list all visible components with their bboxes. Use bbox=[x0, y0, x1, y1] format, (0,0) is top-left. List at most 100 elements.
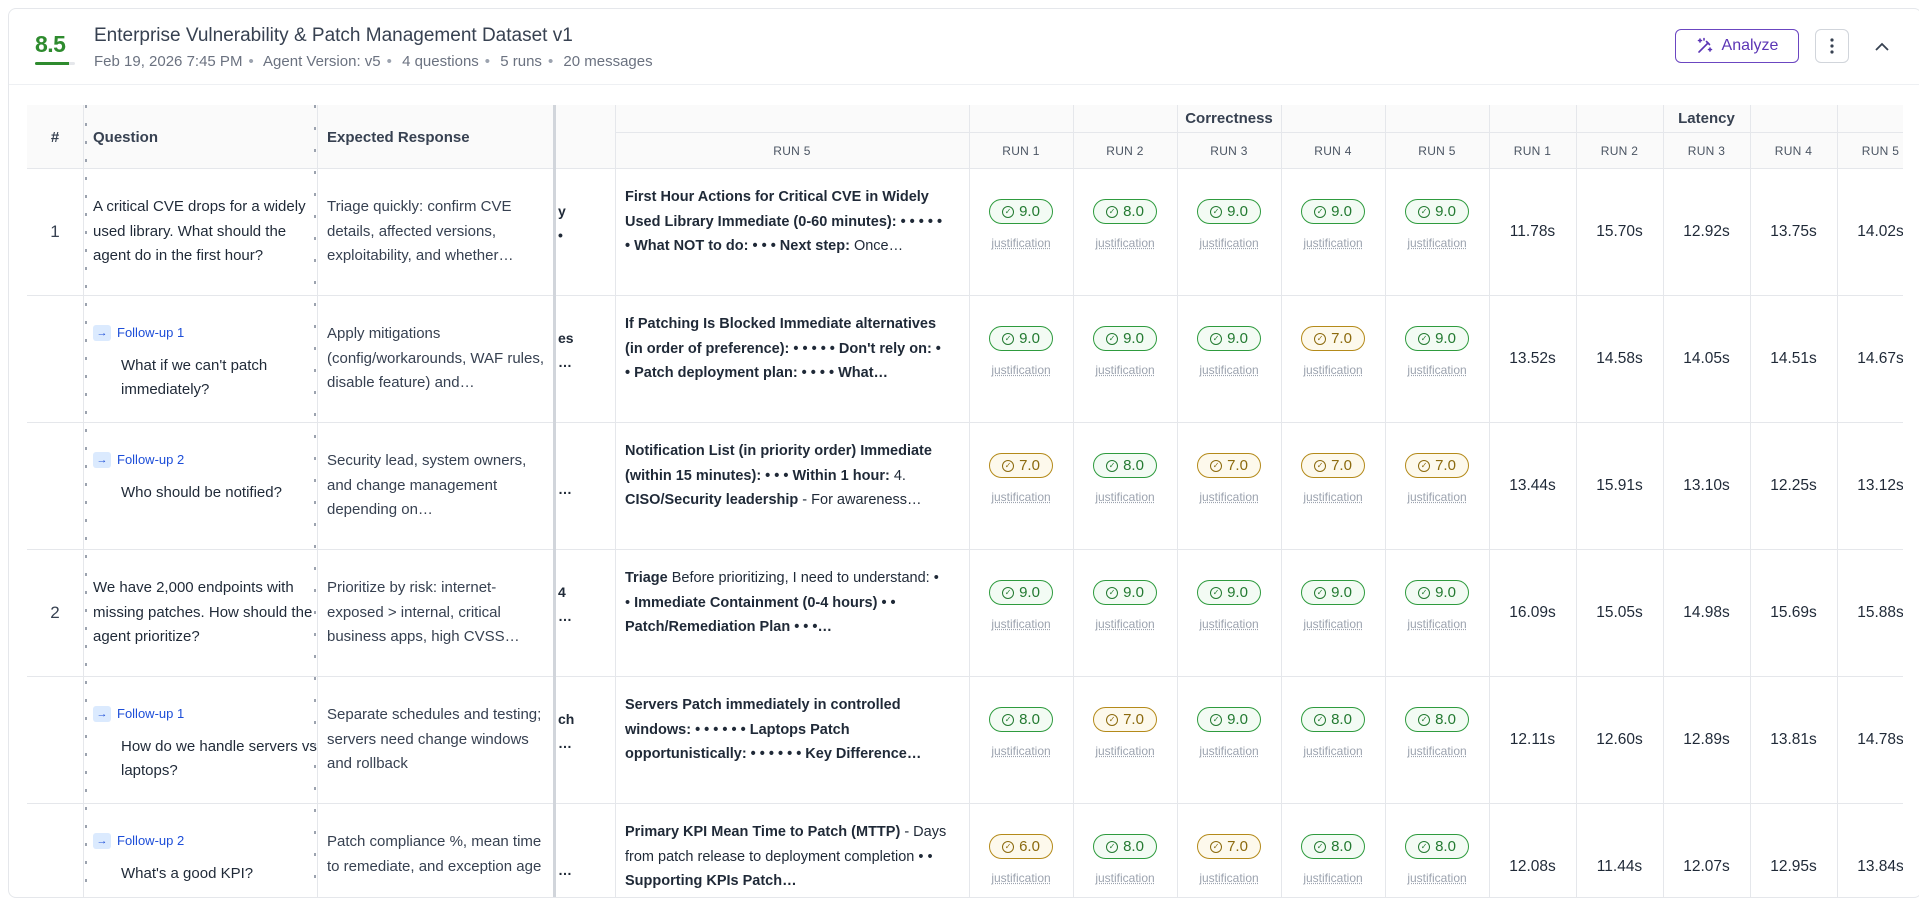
justification-link[interactable]: justification bbox=[1095, 490, 1154, 504]
question-cell[interactable]: → Follow-up 2 Who should be notified? bbox=[93, 447, 321, 505]
run5-response-cell[interactable]: Triage Before prioritizing, I need to un… bbox=[625, 566, 947, 640]
justification-link[interactable]: justification bbox=[991, 871, 1050, 885]
correctness-cell: ✓ 9.0 justification bbox=[1385, 199, 1489, 250]
frozen-columns-divider[interactable] bbox=[553, 105, 556, 897]
justification-link[interactable]: justification bbox=[1199, 236, 1258, 250]
response-bold-text: Immediate Containment (0-4 hours) • • Pa… bbox=[625, 594, 896, 636]
expected-response-cell[interactable]: Separate schedules and testing; servers … bbox=[327, 703, 549, 777]
score-badge[interactable]: ✓ 9.0 bbox=[1405, 580, 1469, 605]
check-circle-icon: ✓ bbox=[1002, 205, 1015, 218]
analyze-button[interactable]: Analyze bbox=[1675, 29, 1799, 63]
run5-response-cell[interactable]: Servers Patch immediately in controlled … bbox=[625, 693, 947, 767]
justification-link[interactable]: justification bbox=[991, 744, 1050, 758]
justification-link[interactable]: justification bbox=[1095, 236, 1154, 250]
justification-link[interactable]: justification bbox=[1095, 744, 1154, 758]
justification-link[interactable]: justification bbox=[1199, 363, 1258, 377]
score-badge[interactable]: ✓ 7.0 bbox=[1197, 453, 1261, 478]
justification-link[interactable]: justification bbox=[991, 363, 1050, 377]
justification-link[interactable]: justification bbox=[1303, 236, 1362, 250]
justification-link[interactable]: justification bbox=[1407, 236, 1466, 250]
justification-link[interactable]: justification bbox=[1407, 490, 1466, 504]
score-badge[interactable]: ✓ 9.0 bbox=[1197, 580, 1261, 605]
latency-cell: 12.89s bbox=[1683, 730, 1730, 748]
table-row[interactable]: → Follow-up 2 Who should be notified? Secur… bbox=[27, 423, 1903, 550]
expected-response-cell[interactable]: Apply mitigations (config/workarounds, W… bbox=[327, 322, 549, 396]
check-circle-icon: ✓ bbox=[1418, 713, 1431, 726]
table-row[interactable]: → Follow-up 1 How do we handle servers vs … bbox=[27, 677, 1903, 804]
justification-link[interactable]: justification bbox=[1407, 363, 1466, 377]
score-badge[interactable]: ✓ 9.0 bbox=[1093, 326, 1157, 351]
check-circle-icon: ✓ bbox=[1418, 459, 1431, 472]
justification-link[interactable]: justification bbox=[1199, 744, 1258, 758]
justification-link[interactable]: justification bbox=[1303, 871, 1362, 885]
justification-link[interactable]: justification bbox=[1199, 490, 1258, 504]
score-badge[interactable]: ✓ 8.0 bbox=[1093, 834, 1157, 859]
score-badge[interactable]: ✓ 7.0 bbox=[1405, 453, 1469, 478]
score-bar-fill bbox=[35, 62, 69, 65]
question-cell[interactable]: A critical CVE drops for a widely used l… bbox=[93, 195, 321, 269]
score-badge[interactable]: ✓ 7.0 bbox=[1093, 707, 1157, 732]
justification-link[interactable]: justification bbox=[1303, 490, 1362, 504]
correctness-cell: ✓ 7.0 justification bbox=[1177, 834, 1281, 885]
score-badge[interactable]: ✓ 9.0 bbox=[989, 326, 1053, 351]
score-badge[interactable]: ✓ 9.0 bbox=[1197, 199, 1261, 224]
score-badge[interactable]: ✓ 9.0 bbox=[1301, 199, 1365, 224]
score-badge[interactable]: ✓ 9.0 bbox=[989, 580, 1053, 605]
score-value: 7.0 bbox=[1331, 457, 1352, 474]
question-cell[interactable]: → Follow-up 2 What's a good KPI? bbox=[93, 828, 321, 886]
table-row[interactable]: 2 We have 2,000 endpoints with missing pa… bbox=[27, 550, 1903, 677]
justification-link[interactable]: justification bbox=[1095, 871, 1154, 885]
question-cell[interactable]: We have 2,000 endpoints with missing pat… bbox=[93, 576, 321, 650]
justification-link[interactable]: justification bbox=[1407, 871, 1466, 885]
run5-response-cell[interactable]: First Hour Actions for Critical CVE in W… bbox=[625, 185, 947, 259]
justification-link[interactable]: justification bbox=[1303, 617, 1362, 631]
score-badge[interactable]: ✓ 8.0 bbox=[1405, 834, 1469, 859]
table-row[interactable]: → Follow-up 2 What's a good KPI? Patch comp… bbox=[27, 804, 1903, 897]
justification-link[interactable]: justification bbox=[1199, 617, 1258, 631]
question-cell[interactable]: → Follow-up 1 How do we handle servers vs … bbox=[93, 701, 321, 784]
run5-response-cell[interactable]: Notification List (in priority order) Im… bbox=[625, 439, 947, 513]
score-badge[interactable]: ✓ 7.0 bbox=[989, 453, 1053, 478]
collapse-button[interactable] bbox=[1871, 35, 1893, 57]
score-badge[interactable]: ✓ 7.0 bbox=[1301, 453, 1365, 478]
score-badge[interactable]: ✓ 9.0 bbox=[1405, 199, 1469, 224]
justification-link[interactable]: justification bbox=[1095, 617, 1154, 631]
score-badge[interactable]: ✓ 8.0 bbox=[989, 707, 1053, 732]
justification-link[interactable]: justification bbox=[1095, 363, 1154, 377]
score-badge[interactable]: ✓ 7.0 bbox=[1197, 834, 1261, 859]
expected-response-cell[interactable]: Prioritize by risk: internet-exposed > i… bbox=[327, 576, 549, 650]
score-badge[interactable]: ✓ 9.0 bbox=[1301, 580, 1365, 605]
score-badge[interactable]: ✓ 9.0 bbox=[1197, 707, 1261, 732]
col-header-latency-run3: RUN 3 bbox=[1663, 132, 1750, 169]
table-row[interactable]: 1 A critical CVE drops for a widely used … bbox=[27, 169, 1903, 296]
score-badge[interactable]: ✓ 8.0 bbox=[1301, 707, 1365, 732]
score-value: 8.0 bbox=[1435, 711, 1456, 728]
expected-response-cell[interactable]: Triage quickly: confirm CVE details, aff… bbox=[327, 195, 549, 269]
justification-link[interactable]: justification bbox=[1407, 744, 1466, 758]
justification-link[interactable]: justification bbox=[1303, 744, 1362, 758]
score-badge[interactable]: ✓ 9.0 bbox=[1093, 580, 1157, 605]
justification-link[interactable]: justification bbox=[1303, 363, 1362, 377]
score-badge[interactable]: ✓ 6.0 bbox=[989, 834, 1053, 859]
question-cell[interactable]: → Follow-up 1 What if we can't patch immed… bbox=[93, 320, 321, 403]
justification-link[interactable]: justification bbox=[991, 236, 1050, 250]
more-options-button[interactable] bbox=[1815, 29, 1849, 63]
meta-messages: 20 messages bbox=[563, 53, 653, 70]
score-badge[interactable]: ✓ 9.0 bbox=[989, 199, 1053, 224]
score-badge[interactable]: ✓ 8.0 bbox=[1301, 834, 1365, 859]
score-badge[interactable]: ✓ 8.0 bbox=[1405, 707, 1469, 732]
justification-link[interactable]: justification bbox=[1407, 617, 1466, 631]
score-badge[interactable]: ✓ 7.0 bbox=[1301, 326, 1365, 351]
expected-response-cell[interactable]: Security lead, system owners, and change… bbox=[327, 449, 549, 523]
table-row[interactable]: → Follow-up 1 What if we can't patch immed… bbox=[27, 296, 1903, 423]
score-badge[interactable]: ✓ 8.0 bbox=[1093, 199, 1157, 224]
justification-link[interactable]: justification bbox=[1199, 871, 1258, 885]
run5-response-cell[interactable]: Primary KPI Mean Time to Patch (MTTP) - … bbox=[625, 820, 947, 894]
justification-link[interactable]: justification bbox=[991, 490, 1050, 504]
expected-response-cell[interactable]: Patch compliance %, mean time to remedia… bbox=[327, 830, 549, 879]
score-badge[interactable]: ✓ 9.0 bbox=[1405, 326, 1469, 351]
score-badge[interactable]: ✓ 9.0 bbox=[1197, 326, 1261, 351]
run5-response-cell[interactable]: If Patching Is Blocked Immediate alterna… bbox=[625, 312, 947, 386]
justification-link[interactable]: justification bbox=[991, 617, 1050, 631]
score-badge[interactable]: ✓ 8.0 bbox=[1093, 453, 1157, 478]
